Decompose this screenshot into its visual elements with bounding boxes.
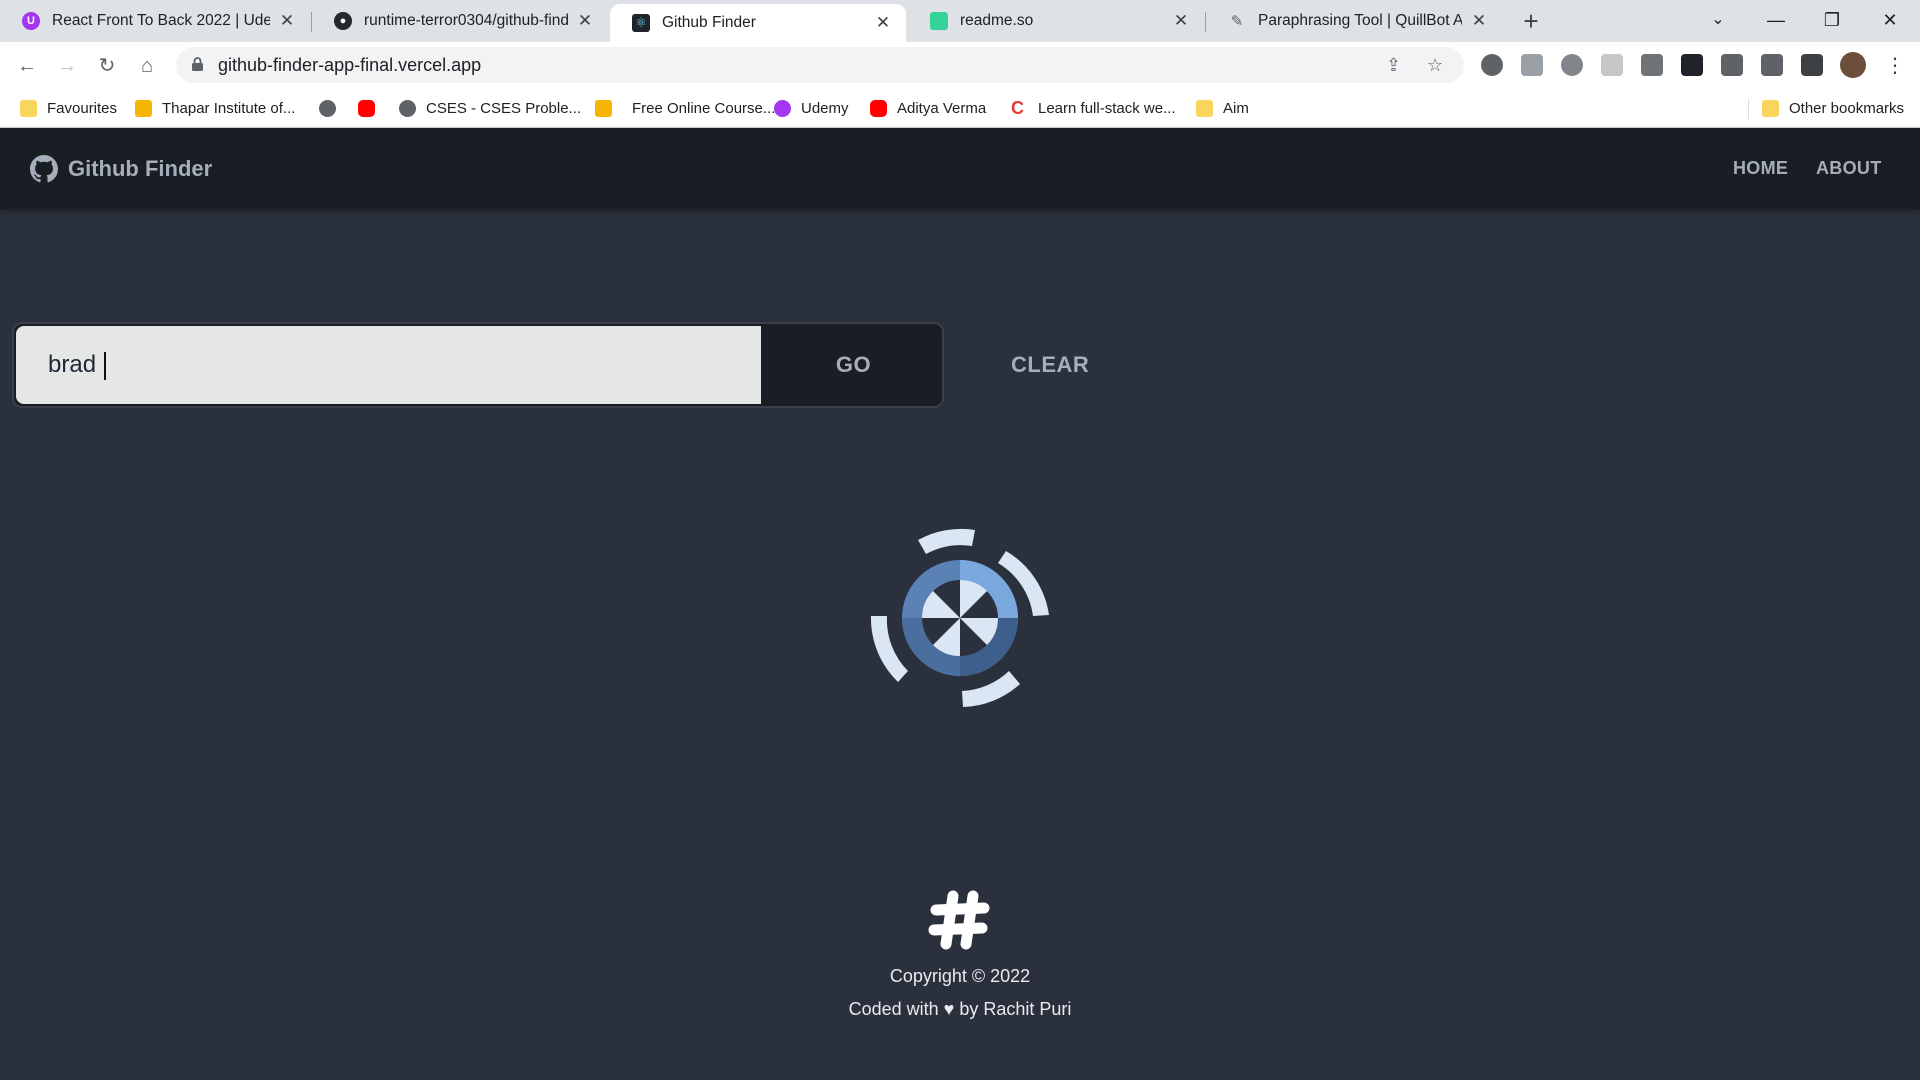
share-icon[interactable]: ⇪ xyxy=(1386,55,1401,76)
close-window-icon[interactable]: ✕ xyxy=(1862,0,1918,42)
hashtag-logo-icon xyxy=(928,890,990,950)
brand-link[interactable]: Github Finder xyxy=(30,155,212,183)
bookmark-label: Free Online Course... xyxy=(632,99,776,117)
bookmark-label: Udemy xyxy=(801,99,849,117)
bookmark-free-courses[interactable]: Free Online Course... xyxy=(589,89,775,127)
youtube-icon xyxy=(870,99,887,117)
extensions-puzzle-icon[interactable] xyxy=(1721,54,1743,76)
close-icon[interactable]: ✕ xyxy=(874,13,892,33)
c-icon: C xyxy=(1011,97,1024,118)
bookmark-aim[interactable]: Aim xyxy=(1196,89,1249,127)
bookmark-globe[interactable] xyxy=(319,89,346,127)
bookmark-youtube[interactable] xyxy=(358,89,385,127)
tab-search-icon[interactable]: ⌄ xyxy=(1690,0,1746,42)
extension-brain-icon[interactable] xyxy=(1481,54,1503,76)
bookmark-label: CSES - CSES Proble... xyxy=(426,99,582,117)
extension-c-icon[interactable] xyxy=(1641,54,1663,76)
nav-about-link[interactable]: ABOUT xyxy=(1816,158,1882,179)
go-button[interactable]: GO xyxy=(761,324,942,406)
address-bar[interactable]: github-finder-app-final.vercel.app ⇪ ☆ xyxy=(176,47,1464,83)
search-form: GO xyxy=(12,322,944,408)
close-icon[interactable]: ✕ xyxy=(576,11,594,31)
copyright-text: Copyright © 2022 xyxy=(889,966,1031,986)
close-icon[interactable]: ✕ xyxy=(278,11,296,31)
media-queue-icon[interactable] xyxy=(1761,54,1783,76)
bookmark-udemy[interactable]: Udemy xyxy=(774,89,849,127)
bookmark-aditya-verma[interactable]: Aditya Verma xyxy=(870,89,986,127)
tab-title: Paraphrasing Tool | QuillBot AI xyxy=(1258,12,1462,29)
bookmark-divider xyxy=(1748,99,1749,119)
folder-icon xyxy=(20,99,37,117)
restore-icon[interactable]: ❐ xyxy=(1804,0,1860,42)
browser-tab-strip: U React Front To Back 2022 | Udemy ✕ ● r… xyxy=(0,0,1920,42)
bookmark-cses[interactable]: CSES - CSES Proble... xyxy=(399,89,581,127)
extension-bug-icon[interactable] xyxy=(1561,54,1583,76)
brand-title: Github Finder xyxy=(68,156,213,181)
avatar[interactable] xyxy=(1840,52,1866,78)
github-icon xyxy=(30,155,58,183)
bookmark-label: Other bookmarks xyxy=(1789,99,1905,117)
globe-icon xyxy=(319,99,336,117)
tab-udemy[interactable]: U React Front To Back 2022 | Udemy ✕ xyxy=(0,0,310,42)
nav-home-link[interactable]: HOME xyxy=(1733,158,1788,179)
url-text: github-finder-app-final.vercel.app xyxy=(218,55,482,75)
tab-github-finder[interactable]: ⚛ Github Finder ✕ xyxy=(610,4,906,42)
menu-dots-icon[interactable]: ⋮ xyxy=(1879,50,1911,82)
navbar: Github Finder HOME ABOUT xyxy=(0,128,1920,209)
tab-title: React Front To Back 2022 | Udemy xyxy=(52,12,270,29)
react-icon: ⚛ xyxy=(632,14,650,32)
tab-readme[interactable]: readme.so ✕ xyxy=(908,0,1204,42)
close-icon[interactable]: ✕ xyxy=(1172,11,1190,31)
forward-icon[interactable]: → xyxy=(51,50,83,82)
folder-icon xyxy=(1762,99,1779,117)
lock-icon xyxy=(192,57,203,71)
minimize-icon[interactable]: — xyxy=(1748,0,1804,42)
globe-icon xyxy=(399,99,416,117)
bookmark-learn-fullstack[interactable]: C Learn full-stack we... xyxy=(1011,89,1176,127)
bookmark-label: Thapar Institute of... xyxy=(162,99,296,117)
new-tab-icon[interactable]: + xyxy=(1516,6,1546,36)
text-cursor xyxy=(104,352,106,380)
udemy-icon xyxy=(774,99,791,117)
extension-k-icon[interactable] xyxy=(1521,54,1543,76)
clear-button[interactable]: CLEAR xyxy=(1011,352,1089,378)
bookmark-thapar[interactable]: Thapar Institute of... xyxy=(135,89,295,127)
bookmark-label: Learn full-stack we... xyxy=(1038,99,1176,117)
bookmark-favourites[interactable]: Favourites xyxy=(20,89,117,127)
tab-title: runtime-terror0304/github-finder xyxy=(364,12,568,29)
extension-shield-icon[interactable] xyxy=(1601,54,1623,76)
tab-quillbot[interactable]: ✎ Paraphrasing Tool | QuillBot AI ✕ xyxy=(1206,0,1502,42)
reload-icon[interactable]: ↻ xyxy=(91,50,123,82)
quillbot-icon: ✎ xyxy=(1230,13,1244,30)
home-icon[interactable]: ⌂ xyxy=(131,50,163,82)
bookmark-label: Favourites xyxy=(47,99,118,117)
close-icon[interactable]: ✕ xyxy=(1470,11,1488,31)
search-input[interactable] xyxy=(16,326,761,404)
back-icon[interactable]: ← xyxy=(11,50,43,82)
credit-text: Coded with ♥ by Rachit Puri xyxy=(848,999,1072,1019)
tab-title: readme.so xyxy=(960,12,1034,29)
loading-spinner-icon xyxy=(870,528,1049,707)
footer: Copyright © 2022 Coded with ♥ by Rachit … xyxy=(0,888,1920,1032)
udemy-icon: U xyxy=(22,12,40,30)
readme-icon xyxy=(930,12,948,30)
tab-github-repo[interactable]: ● runtime-terror0304/github-finder ✕ xyxy=(312,0,608,42)
bookmark-other[interactable]: Other bookmarks xyxy=(1762,89,1904,127)
bookmark-label: Aditya Verma xyxy=(897,99,987,117)
youtube-icon xyxy=(358,99,375,117)
browser-toolbar: ← → ↻ ⌂ github-finder-app-final.vercel.a… xyxy=(0,42,1920,89)
page-content: Github Finder HOME ABOUT GO CLEAR xyxy=(0,128,1920,1080)
bookmark-star-icon[interactable]: ☆ xyxy=(1427,55,1443,76)
course-icon xyxy=(595,99,612,117)
extension-react-icon[interactable] xyxy=(1681,54,1703,76)
bookmarks-bar: Favourites Thapar Institute of... CSES -… xyxy=(0,89,1920,128)
folder-icon xyxy=(1196,99,1213,117)
github-icon: ● xyxy=(334,12,352,30)
thapar-icon xyxy=(135,99,152,117)
tab-title: Github Finder xyxy=(662,14,756,31)
side-panel-icon[interactable] xyxy=(1801,54,1823,76)
bookmark-label: Aim xyxy=(1223,99,1249,117)
